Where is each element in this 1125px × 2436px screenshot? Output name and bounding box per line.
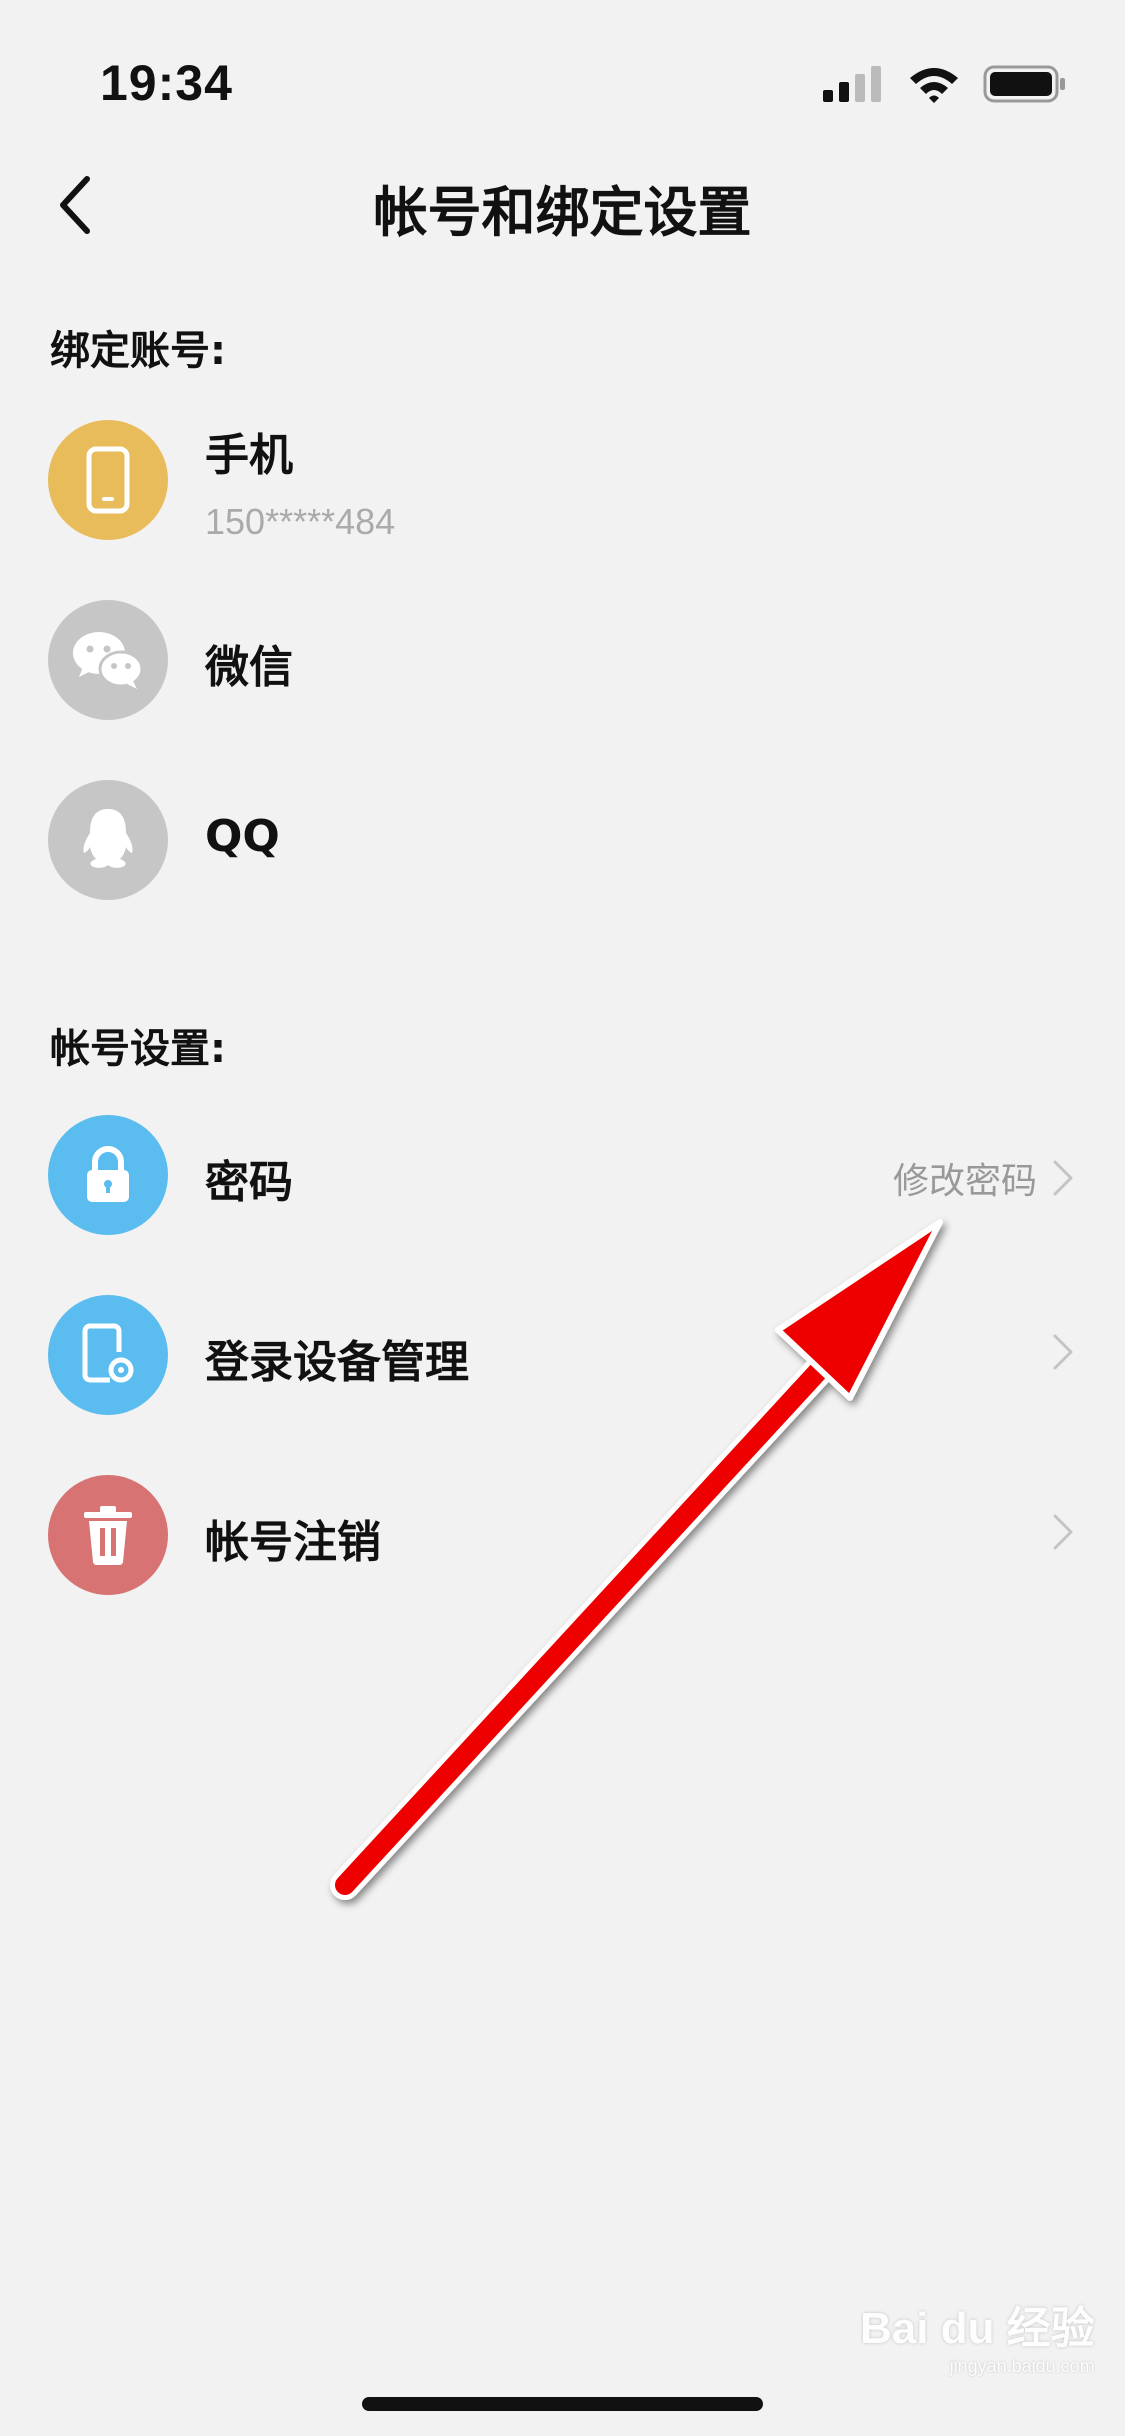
bound-account-phone[interactable]: 手机 150*****484 xyxy=(0,405,1125,555)
qq-avatar xyxy=(48,780,168,900)
settings-item-password[interactable]: 密码 修改密码 xyxy=(0,1100,1125,1250)
phone-label: 手机 xyxy=(205,430,293,481)
lock-icon xyxy=(87,1146,129,1202)
password-avatar xyxy=(48,1115,168,1235)
watermark: Bai du 经验 jingyan.baidu.com xyxy=(860,2292,1095,2377)
home-indicator xyxy=(362,2397,763,2411)
status-time: 19:34 xyxy=(100,55,233,111)
status-icons xyxy=(821,64,1067,104)
wechat-label: 微信 xyxy=(205,642,293,693)
qq-label: QQ xyxy=(205,811,280,862)
qq-icon xyxy=(83,809,133,868)
wechat-avatar xyxy=(48,600,168,720)
phone-number: 150*****484 xyxy=(205,501,396,542)
section-title-account-settings: 帐号设置: xyxy=(50,1026,226,1072)
account-deletion-chevron[interactable] xyxy=(1051,1512,1075,1552)
device-management-label: 登录设备管理 xyxy=(205,1337,469,1388)
chevron-right-icon xyxy=(1053,1334,1073,1370)
trash-icon xyxy=(84,1506,132,1566)
status-bar: 19:34 xyxy=(0,0,1125,140)
password-label: 密码 xyxy=(205,1157,293,1208)
wechat-icon xyxy=(73,632,144,689)
wifi-icon xyxy=(910,68,958,103)
chevron-right-icon xyxy=(1053,1160,1073,1196)
settings-item-device-management[interactable]: 登录设备管理 xyxy=(0,1280,1125,1430)
phone-avatar xyxy=(48,420,168,540)
bound-account-qq[interactable]: QQ xyxy=(0,765,1125,915)
page-title: 帐号和绑定设置 xyxy=(373,181,752,244)
signal-icon xyxy=(823,66,881,102)
phone-icon xyxy=(86,446,130,514)
device-management-avatar xyxy=(48,1295,168,1415)
battery-icon xyxy=(983,65,1065,103)
nav-bar: 帐号和绑定设置 xyxy=(0,150,1125,250)
settings-item-account-deletion[interactable]: 帐号注销 xyxy=(0,1460,1125,1610)
change-password-text: 修改密码 xyxy=(892,1161,1037,1202)
device-management-chevron[interactable] xyxy=(1051,1332,1075,1372)
section-title-bound-accounts: 绑定账号: xyxy=(50,328,226,374)
change-password-action[interactable]: 修改密码 xyxy=(893,1152,1075,1204)
watermark-url: jingyan.baidu.com xyxy=(949,2356,1095,2376)
bound-account-wechat[interactable]: 微信 xyxy=(0,585,1125,735)
account-deletion-avatar xyxy=(48,1475,168,1595)
chevron-right-icon xyxy=(1053,1514,1073,1550)
watermark-brand: Bai du 经验 xyxy=(860,2304,1095,2353)
device-settings-icon xyxy=(82,1323,134,1383)
account-deletion-label: 帐号注销 xyxy=(205,1517,381,1568)
